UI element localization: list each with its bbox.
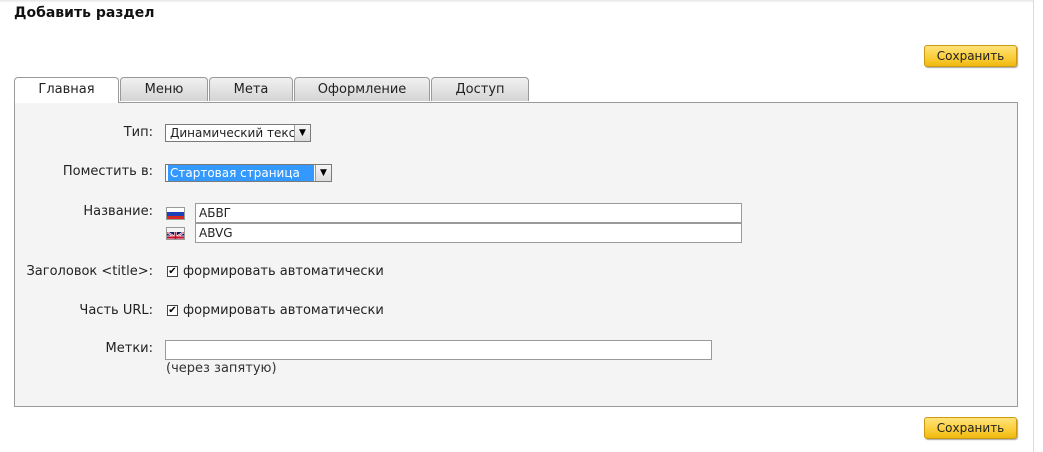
name-en-input[interactable] <box>195 223 742 243</box>
title-auto-checkbox-label[interactable]: формировать автоматически <box>183 264 384 279</box>
tags-label: Метки: <box>105 341 153 356</box>
chevron-down-icon: ▼ <box>294 125 310 141</box>
form-panel: Тип: Динамический текст ▼ Поместить в: С… <box>14 102 1018 407</box>
chevron-down-icon: ▼ <box>315 165 331 181</box>
page-right-border <box>1033 0 1034 452</box>
url-auto-checkbox[interactable]: ✔ <box>167 305 178 316</box>
tags-hint: (через запятую) <box>166 361 277 376</box>
tags-input[interactable] <box>165 340 712 360</box>
place-in-select[interactable]: Стартовая страница ▼ <box>165 164 332 182</box>
save-button-bottom[interactable]: Сохранить <box>924 417 1017 439</box>
name-ru-input[interactable] <box>195 203 742 223</box>
tab-main[interactable]: Главная <box>14 77 119 103</box>
flag-ru-icon <box>166 207 185 220</box>
tab-menu[interactable]: Меню <box>120 77 208 101</box>
url-part-label: Часть URL: <box>79 303 153 318</box>
tab-design[interactable]: Оформление <box>294 77 430 101</box>
name-label: Название: <box>83 204 153 219</box>
top-shadow <box>0 0 1033 3</box>
flag-uk-icon <box>166 227 185 240</box>
title-auto-checkbox[interactable]: ✔ <box>167 266 178 277</box>
type-label: Тип: <box>123 125 153 140</box>
url-auto-checkbox-label[interactable]: формировать автоматически <box>183 303 384 318</box>
page-title: Добавить раздел <box>14 5 155 21</box>
save-button-top[interactable]: Сохранить <box>924 45 1017 67</box>
type-select[interactable]: Динамический текст ▼ <box>165 124 311 142</box>
tab-access[interactable]: Доступ <box>431 77 529 101</box>
title-tag-label: Заголовок <title>: <box>26 264 153 279</box>
tab-meta[interactable]: Мета <box>209 77 293 101</box>
page: Добавить раздел Сохранить Главная Меню М… <box>0 0 1043 452</box>
type-select-value: Динамический текст <box>170 126 303 140</box>
place-in-select-value: Стартовая страница <box>168 165 314 181</box>
place-in-label: Поместить в: <box>62 164 153 179</box>
